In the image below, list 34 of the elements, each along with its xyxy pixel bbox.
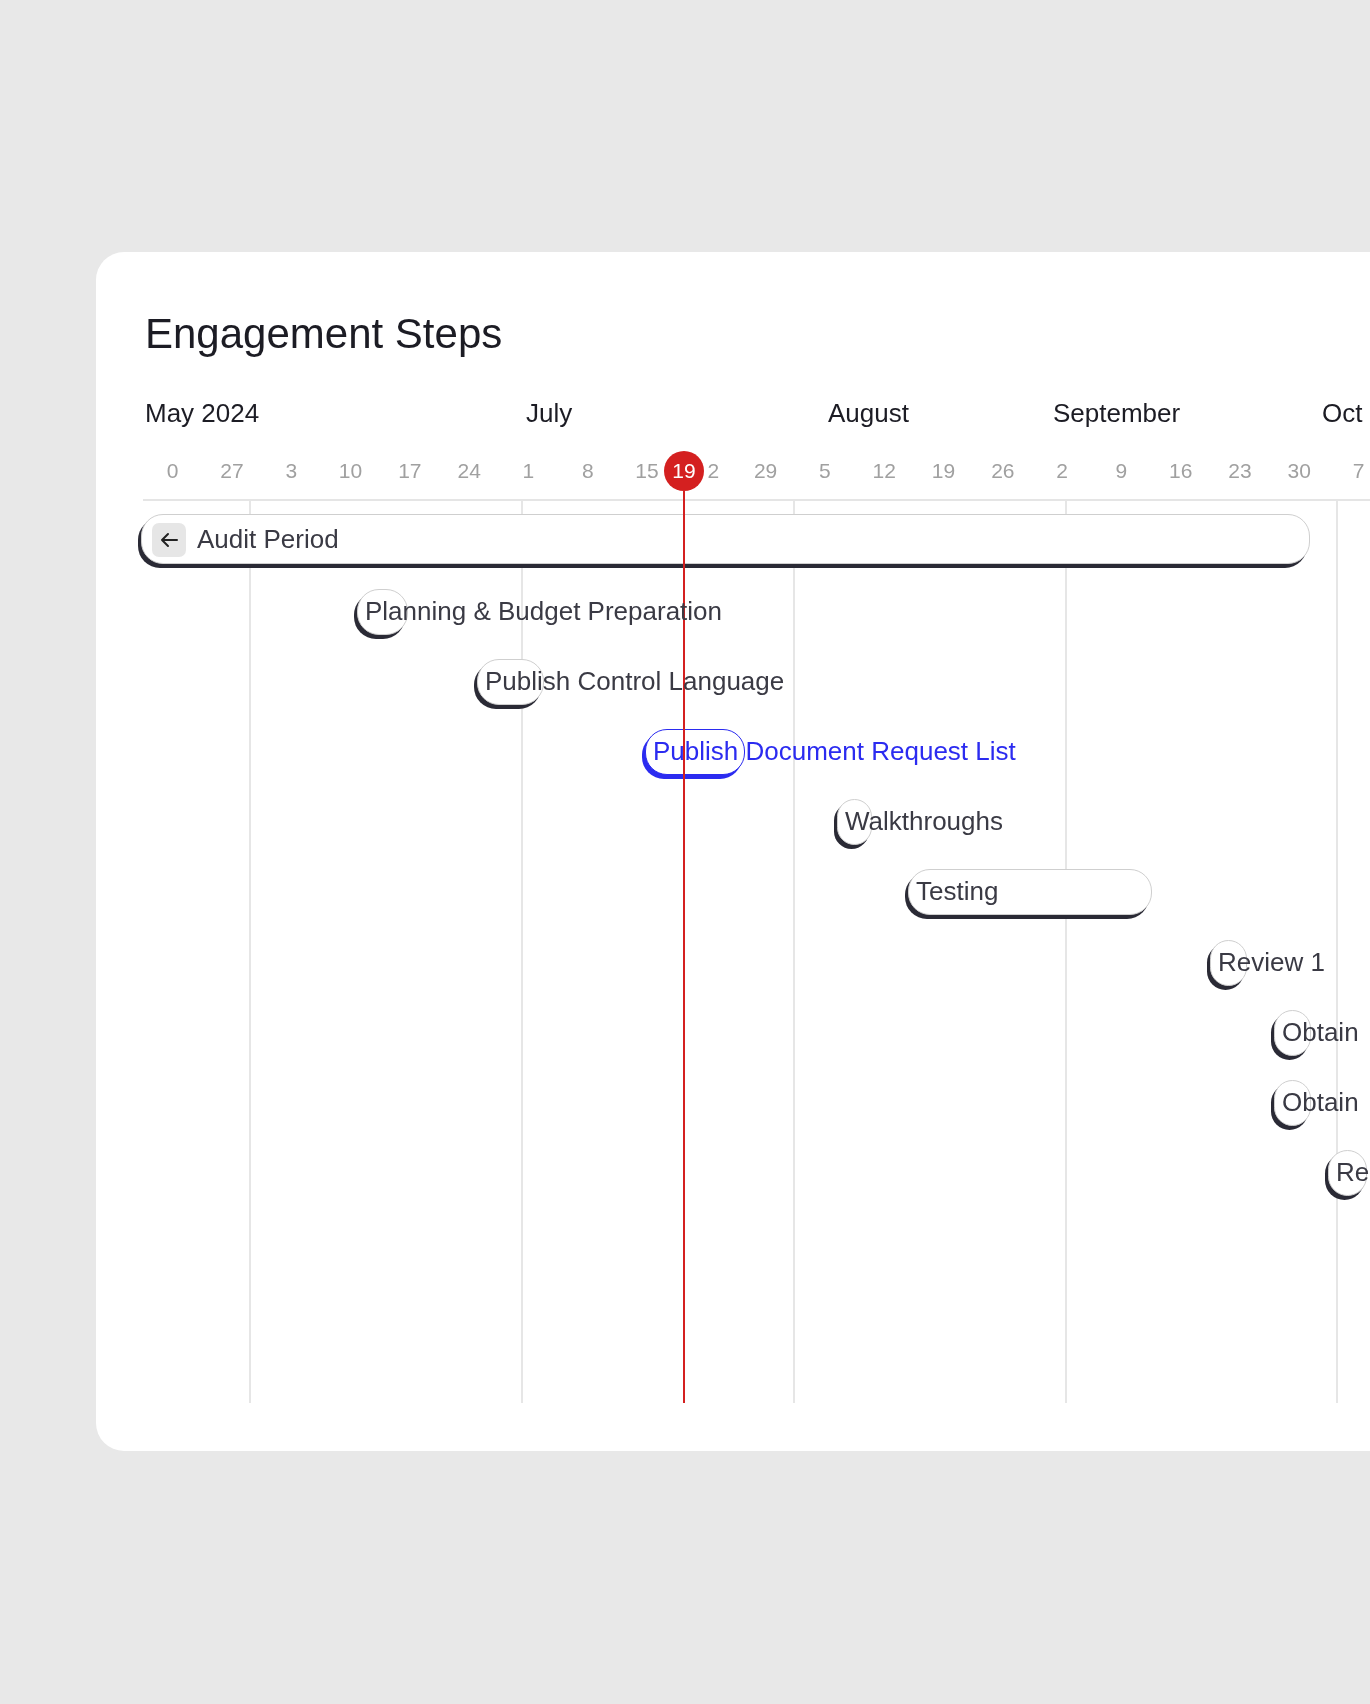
- month-label: Oct: [1322, 398, 1363, 428]
- week-label: 17: [398, 458, 422, 485]
- step-bar[interactable]: Obtain: [1271, 1079, 1359, 1126]
- week-label: 15: [635, 458, 659, 485]
- step-bar[interactable]: Testing: [905, 869, 1152, 916]
- week-label: 26: [991, 458, 1015, 485]
- week-label: 10: [338, 458, 363, 485]
- week-label: 29: [753, 458, 778, 485]
- month-label: August: [828, 398, 909, 428]
- week-label: 5: [819, 458, 831, 485]
- week-label: 2: [707, 458, 720, 485]
- week-label: 16: [1169, 458, 1193, 485]
- week-label: 24: [457, 458, 481, 485]
- week-label: 2: [1056, 458, 1068, 485]
- week-label: 27: [220, 458, 244, 485]
- month-label: May 2024: [145, 398, 260, 428]
- week-label: 19: [931, 458, 956, 485]
- back-arrow-icon: [160, 532, 178, 548]
- page-title: Engagement Steps: [145, 309, 503, 359]
- month-label: September: [1053, 398, 1181, 428]
- week-label: 1: [522, 458, 535, 485]
- week-label: 0: [166, 458, 179, 485]
- week-label: 8: [581, 458, 594, 485]
- week-label: 23: [1228, 458, 1252, 485]
- week-label: 9: [1115, 458, 1128, 485]
- step-bar[interactable]: Review 1: [1207, 939, 1325, 986]
- month-label: July: [526, 398, 573, 428]
- step-bar[interactable]: Obtain: [1271, 1009, 1359, 1056]
- back-button[interactable]: [152, 523, 186, 557]
- week-label: 7: [1352, 458, 1365, 485]
- week-label: 3: [285, 458, 298, 485]
- step-bar[interactable]: Walkthroughs: [834, 799, 1003, 846]
- week-label: 12: [872, 458, 896, 485]
- week-label: 30: [1287, 458, 1311, 485]
